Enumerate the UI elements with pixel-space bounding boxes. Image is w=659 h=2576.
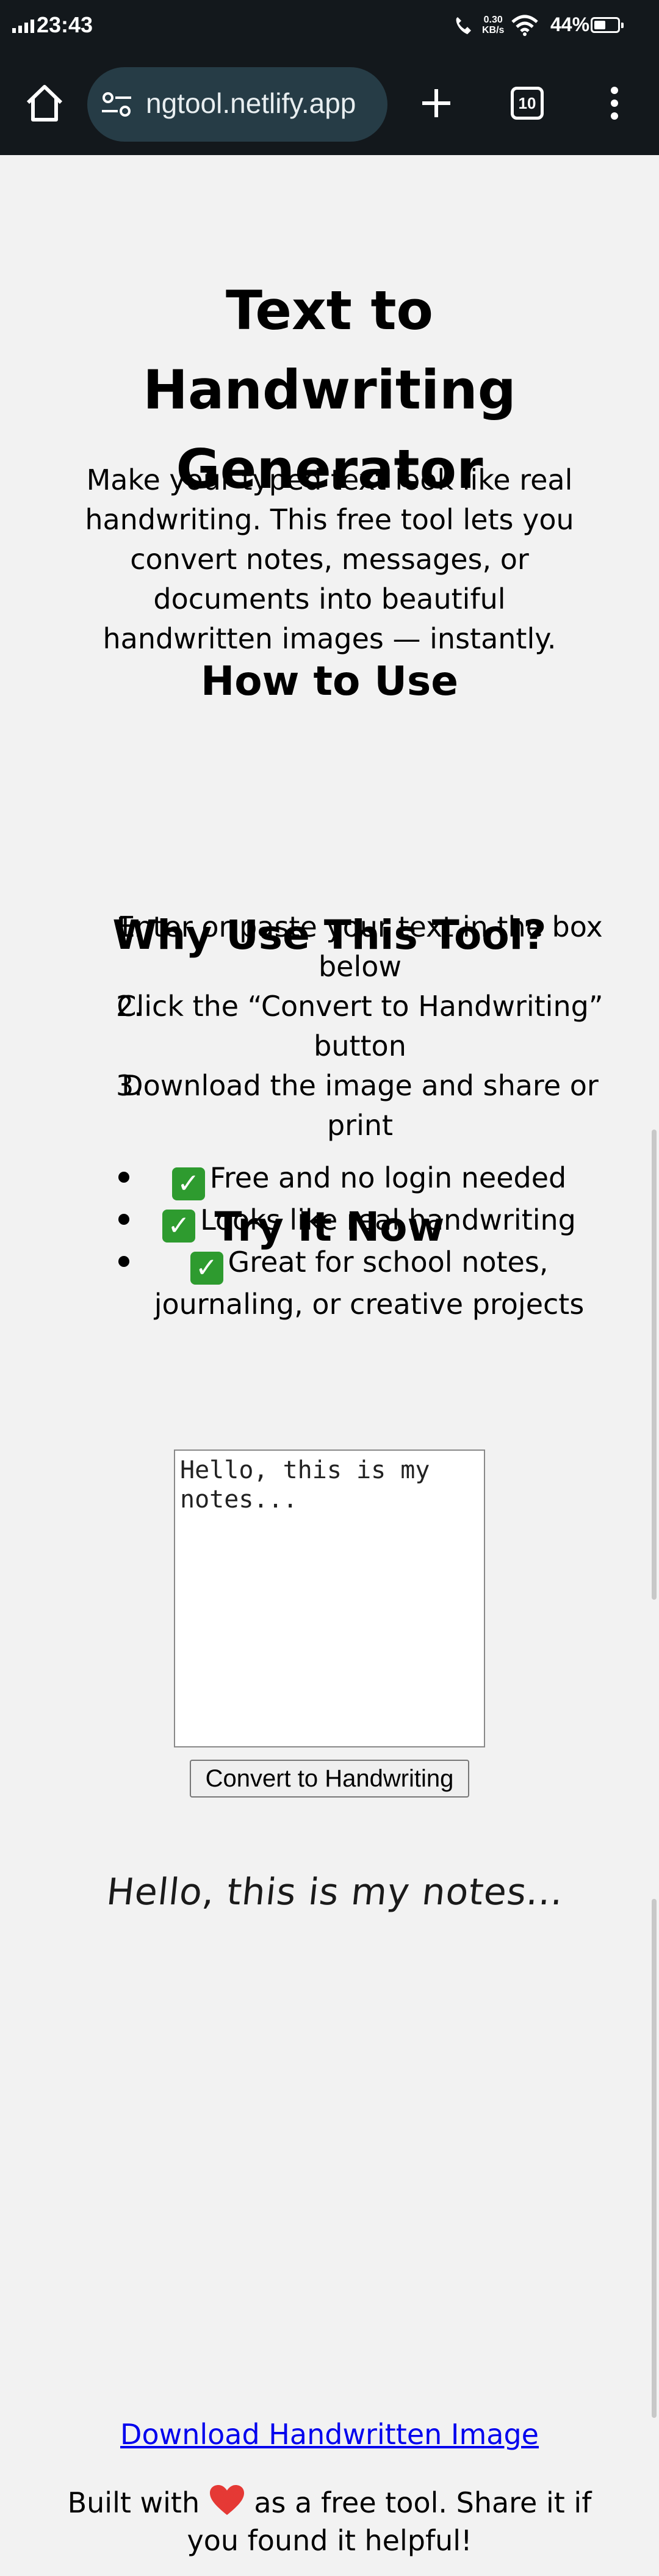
heart-icon xyxy=(209,2485,244,2515)
list-item: ✓ Free and no login needed xyxy=(116,1158,604,1200)
battery-percent: 44% xyxy=(550,13,590,35)
home-icon[interactable] xyxy=(23,82,66,125)
why-heading: Why Use This Tool? xyxy=(112,912,547,959)
signal-icon xyxy=(12,20,34,33)
scrollbar[interactable] xyxy=(652,1899,657,2418)
try-heading: Try It Now xyxy=(214,1203,445,1250)
battery-icon xyxy=(591,17,624,33)
convert-button[interactable]: Convert to Handwriting xyxy=(190,1760,469,1798)
browser-toolbar: ngtool.netlify.app 10 xyxy=(0,53,659,155)
more-options-icon[interactable] xyxy=(605,82,624,125)
check-icon: ✓ xyxy=(171,1167,205,1200)
call-icon xyxy=(456,17,471,34)
site-settings-icon[interactable] xyxy=(101,90,132,118)
download-link[interactable]: Download Handwritten Image xyxy=(0,2418,659,2451)
check-icon: ✓ xyxy=(190,1252,223,1285)
status-bar: 23:43 0.30 KB/s 44% xyxy=(0,0,659,53)
url-text: ngtool.netlify.app xyxy=(146,87,356,119)
footer-text: Built with as a free tool. Share it if y… xyxy=(61,2484,598,2560)
how-to-heading: How to Use xyxy=(200,658,459,705)
wifi-icon xyxy=(511,15,538,36)
net-speed: 0.30 KB/s xyxy=(482,15,505,35)
list-item: ✓ Great for school notes, journaling, or … xyxy=(116,1243,604,1324)
scrollbar[interactable] xyxy=(652,1130,657,1600)
tab-switcher-button[interactable]: 10 xyxy=(511,87,544,120)
list-item: 3. Download the image and share or print xyxy=(116,1069,599,1142)
address-bar[interactable]: ngtool.netlify.app xyxy=(87,67,387,142)
new-tab-icon[interactable] xyxy=(416,83,456,123)
handwriting-output: Hello, this is my notes... xyxy=(104,1871,566,1914)
list-item: 2. Click the “Convert to Handwriting” but… xyxy=(116,990,603,1062)
text-input[interactable]: Hello, this is my notes... xyxy=(174,1449,485,1747)
intro-text: Make your typed text look like real hand… xyxy=(85,463,574,655)
clock: 23:43 xyxy=(37,12,93,37)
